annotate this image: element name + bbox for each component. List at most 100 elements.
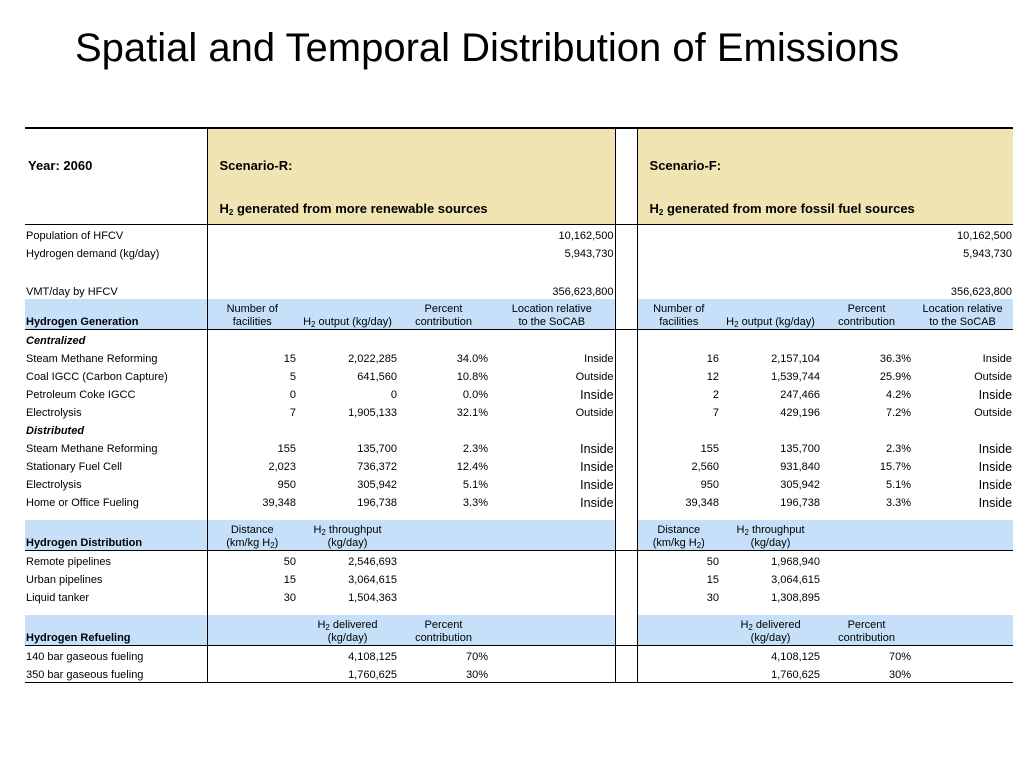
output-value: 196,738 [357,496,397,509]
throughput-label: H2 throughput [737,524,805,537]
column-gap [614,437,638,456]
location-line1: Location relative [922,302,1003,315]
percent-value: 70% [889,650,912,663]
totals-row: VMT/day by HFCV 356,623,800 356,623,800 [25,280,1013,299]
column-gap [614,455,638,474]
delivered-line2: (kg/day) [327,631,368,644]
location-line2: to the SoCAB [929,315,996,328]
distance-value: 50 [206,550,297,569]
output-value: 2,157,104 [771,352,821,365]
scenario-f-label: Scenario-F: [649,158,722,173]
facilities-value: 5 [206,365,297,384]
output-value: 247,466 [780,388,821,401]
facilities-line2: facilities [659,315,699,328]
facilities-value: 2 [712,388,720,401]
output-value: 2,022,285 [348,352,397,365]
output-value: 135,700 [780,442,821,455]
scenario-r-desc: H2 generated from more renewable sources [219,201,488,217]
percent-value: 25.9% [879,370,912,383]
column-header-output: H2 output (kg/day) [297,298,398,330]
percent-value: 10.8% [456,370,488,383]
subsection-label: Distributed [26,424,85,437]
facilities-value: 15 [206,347,297,366]
row-label: Liquid tanker [26,591,89,604]
scenario-r-header: Scenario-R: H2 generated from more renew… [206,127,616,225]
percent-line2: contribution [415,315,472,328]
generation-row: Steam Methane Reforming 155 135,700 2.3% Ins… [25,437,1013,456]
column-gap [614,383,638,402]
percent-value: 36.3% [879,352,912,365]
row-label: Steam Methane Reforming [26,352,158,365]
distance-line2: (km/kg H2) [209,537,297,550]
location-value: Inside [580,477,614,492]
distance-unit-text-tail: ) [701,536,705,549]
percent-line2: contribution [838,631,895,644]
output-label: H2 output (kg/day) [726,316,815,329]
facilities-value: 2,560 [691,460,720,473]
year-label: Year: 2060 [25,127,207,225]
table-cell [398,550,615,569]
distance-unit: (km/kg H2) [653,536,705,550]
scenario-f-value: 5,943,730 [963,247,1013,260]
row-label: 140 bar gaseous fueling [26,650,144,663]
percent-value: 7.2% [885,406,912,419]
output-value: 305,942 [780,478,821,491]
output-value: 736,372 [357,460,397,473]
throughput-value: 3,064,615 [771,573,821,586]
column-gap [614,260,638,281]
percent-value: 0.0% [462,388,488,401]
throughput-value: 3,064,615 [348,573,397,586]
distance-value: 50 [706,555,720,568]
column-gap [614,645,638,664]
throughput-line2: (kg/day) [750,536,791,549]
percent-line1: Percent [424,302,463,315]
output-label: H2 output (kg/day) [303,316,392,329]
spacer-row [25,604,1013,615]
table-cell [821,519,1014,551]
percent-value: 30% [398,663,489,683]
column-gap [614,224,638,243]
delivered-line2: (kg/day) [750,631,791,644]
table-cell [912,614,1014,646]
refueling-header-row: Hydrogen Refueling H2 delivered (kg/day) Pe… [25,614,1014,646]
table-cell [25,261,207,281]
column-header-delivered: H2 delivered (kg/day) [720,614,822,646]
row-label: Stationary Fuel Cell [26,460,122,473]
section-title: Hydrogen Refueling [25,614,207,646]
output-value: 1,905,133 [348,406,397,419]
location-value: Inside [978,387,1013,402]
distribution-header-row: Hydrogen Distribution Distance (km/kg H2) H… [25,519,1014,551]
delivered-value: 4,108,125 [771,650,821,663]
delivered-value: 4,108,125 [348,650,397,663]
refueling-row: 350 bar gaseous fueling 1,760,625 30% 1,760… [25,663,1014,683]
table-cell [489,645,615,664]
facilities-value: 39,348 [206,491,297,510]
column-gap [614,127,638,225]
column-gap [614,568,638,587]
percent-value: 12.4% [456,460,488,473]
column-gap [614,663,638,683]
column-gap [614,280,638,299]
column-gap [614,347,638,366]
distance-line1: Distance [230,523,274,536]
facilities-line1: Number of [226,302,278,315]
percent-value: 15.7% [879,460,912,473]
distance-unit: (km/kg H2) [226,537,278,550]
output-value: 931,840 [780,460,821,473]
percent-line2: contribution [838,315,895,328]
facilities-value: 950 [700,478,720,491]
emissions-table: Year: 2060 Scenario-R: H2 generated from… [25,127,1014,683]
scenario-f-value: 356,623,800 [950,285,1013,298]
table-cell [637,510,1013,520]
facilities-value: 155 [206,437,297,456]
percent-value: 3.3% [462,496,488,509]
column-header-percent: Percent contribution [398,614,489,646]
location-value: Inside [584,352,614,365]
row-label: Population of HFCV [26,229,124,242]
refueling-row: 140 bar gaseous fueling 4,108,125 70% 4,108… [25,645,1013,664]
throughput-label: H2 throughput [313,524,381,537]
percent-value: 5.1% [462,478,488,491]
row-label: Electrolysis [26,406,82,419]
facilities-value: 7 [206,401,297,420]
table-cell [637,261,1013,281]
